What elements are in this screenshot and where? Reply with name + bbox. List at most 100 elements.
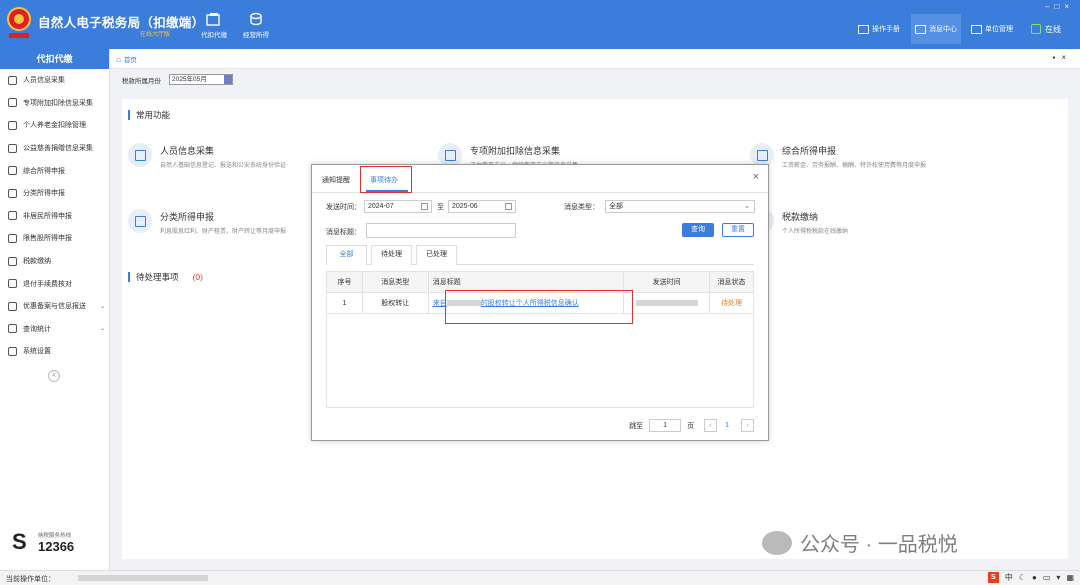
sidebar-item-report[interactable]: 综合所得申报 xyxy=(0,159,109,182)
send-time-from-field[interactable]: 2024-07 xyxy=(364,200,432,213)
tab-notice[interactable]: 通知提醒 xyxy=(322,175,350,185)
top-nav-tax-withhold[interactable]: 代扣代缴 xyxy=(194,12,234,39)
tax-month-picker[interactable]: 2025年05月 xyxy=(169,74,233,85)
top-online-label: 在线 xyxy=(1045,24,1061,34)
top-manual-label: 操作手册 xyxy=(872,26,900,33)
highlight-box xyxy=(360,166,412,193)
current-page[interactable]: 1 xyxy=(725,422,729,429)
cell-no: 1 xyxy=(326,292,363,314)
top-manual-button[interactable]: 操作手册 xyxy=(858,14,900,44)
func-desc: 个人所得税税款在线缴纳 xyxy=(782,229,849,235)
subtab-pending[interactable]: 待处理 xyxy=(371,245,412,265)
query-button[interactable]: 查询 xyxy=(682,223,714,237)
sidebar-item-label: 公益慈善捐赠信息采集 xyxy=(23,145,93,153)
wechat-icon xyxy=(762,530,792,555)
chevron-down-icon[interactable]: ⌄ xyxy=(744,201,750,212)
send-time-to-label: 至 xyxy=(437,204,444,211)
sidebar-item-person[interactable]: 人员信息采集 xyxy=(0,69,109,92)
refund-icon xyxy=(8,279,17,289)
operator-label: 当前操作单位： xyxy=(6,576,55,583)
message-icon xyxy=(915,24,926,34)
top-bar: 自然人电子税务局（扣缴端） 在线大厅版 代扣代缴 经营所得 操作手册 消息中心 … xyxy=(0,0,1080,49)
func-title: 综合所得申报 xyxy=(782,146,837,156)
message-dialog: 通知提醒 事项待办 × 发送时间： 2024-07 至 2025-06 消息类型… xyxy=(311,164,769,441)
maximize-icon[interactable]: □ xyxy=(1054,2,1064,11)
sidebar-item-stock[interactable]: 限售股所得申报 xyxy=(0,227,109,250)
top-message-label: 消息中心 xyxy=(929,26,957,33)
grid-icon[interactable]: ▦ xyxy=(1066,573,1074,582)
func-title: 税款缴纳 xyxy=(782,212,819,222)
coins-icon xyxy=(250,12,262,26)
tab-home[interactable]: ⌂ 首页 xyxy=(116,54,137,65)
sidebar-collapse-button[interactable]: « xyxy=(48,370,60,382)
subtab-processed[interactable]: 已处理 xyxy=(416,245,457,265)
sidebar-item-label: 分类所得申报 xyxy=(23,190,65,198)
pending-count: (0) xyxy=(192,272,203,282)
sidebar-item-deduction[interactable]: 专项附加扣除信息采集 xyxy=(0,92,109,115)
func-title: 人员信息采集 xyxy=(160,146,215,156)
sidebar-item-label: 查询统计 xyxy=(23,325,51,333)
tray-lang[interactable]: 中 xyxy=(1005,572,1013,583)
person-icon xyxy=(8,75,17,85)
func-card-person-info[interactable]: 人员信息采集 自然人基础信息登记、报送和公安系统身份验证 xyxy=(128,143,286,169)
tab-home-label: 首页 xyxy=(123,57,137,64)
sidebar-item-person[interactable]: 非居民所得申报 xyxy=(0,205,109,228)
status-bar: 当前操作单位： S 中 ☾ ● ▭ ▾ ▦ xyxy=(0,570,1080,585)
sidebar-item-pie[interactable]: 分类所得申报 xyxy=(0,182,109,205)
sidebar-item-pension[interactable]: 个人养老金扣除管理 xyxy=(0,114,109,137)
hotline: S 纳税服务热线 12366 xyxy=(12,529,74,555)
sidebar-item-query[interactable]: 查询统计 ⌄ xyxy=(0,318,109,341)
payment-icon xyxy=(8,256,17,266)
keyboard-icon[interactable]: ▭ xyxy=(1043,573,1051,582)
chevron-down-icon: ⌄ xyxy=(99,326,105,333)
record-icon xyxy=(8,301,17,311)
window-controls[interactable]: –□× xyxy=(1045,2,1074,11)
tab-controls[interactable]: ▪× xyxy=(1052,53,1072,62)
next-page-button[interactable]: › xyxy=(741,419,754,432)
moon-icon[interactable]: ☾ xyxy=(1019,573,1026,582)
msg-type-select[interactable]: 全部 ⌄ xyxy=(605,200,755,213)
reset-button[interactable]: 重置 xyxy=(722,223,754,237)
id-card-icon xyxy=(128,143,152,167)
sidebar-item-label: 专项附加扣除信息采集 xyxy=(23,99,93,107)
pagination: 跳至 1 页 ‹ 1 › xyxy=(629,419,754,432)
shirt-icon[interactable]: ▾ xyxy=(1056,573,1060,582)
prev-page-button[interactable]: ‹ xyxy=(704,419,718,432)
page-input[interactable]: 1 xyxy=(649,419,682,432)
sidebar-item-label: 限售股所得申报 xyxy=(23,235,72,243)
close-icon[interactable]: × xyxy=(753,171,759,183)
col-header-time: 发送时间 xyxy=(623,271,711,293)
func-desc: 工资薪金、劳务报酬、稿酬、特许权使用费等月度申报 xyxy=(782,163,927,169)
send-time-to-field[interactable]: 2025-06 xyxy=(448,200,516,213)
sogou-input-icon[interactable]: S xyxy=(987,572,999,583)
sidebar-header[interactable]: 代扣代缴 xyxy=(0,49,109,69)
subtab-all[interactable]: 全部 xyxy=(326,245,367,265)
page-unit: 页 xyxy=(687,422,695,430)
tax-month-row: 税款所属月份 2025年05月 xyxy=(122,74,233,85)
func-card-comprehensive-report[interactable]: 综合所得申报工资薪金、劳务报酬、稿酬、特许权使用费等月度申报 xyxy=(750,143,926,169)
sidebar-item-record[interactable]: 优惠备案与信息报送 ⌄ xyxy=(0,295,109,318)
chevron-down-icon[interactable] xyxy=(224,75,232,84)
top-online-status[interactable]: 在线 xyxy=(1031,14,1061,44)
top-message-center-button[interactable]: 消息中心 xyxy=(911,14,961,44)
col-header-status: 消息状态 xyxy=(709,271,754,293)
col-header-no: 序号 xyxy=(326,271,363,293)
tax-withhold-icon xyxy=(206,13,220,26)
calendar-icon[interactable] xyxy=(505,203,512,210)
top-nav-business-income[interactable]: 经营所得 xyxy=(236,12,276,39)
func-card-classified-report[interactable]: 分类所得申报 利息股息红利、财产租赁、财产转让等月度申报 xyxy=(128,209,286,235)
redacted-time xyxy=(635,299,698,306)
sidebar-item-gear[interactable]: 系统设置 xyxy=(0,340,109,363)
section-bar xyxy=(128,110,130,120)
sidebar-item-refund[interactable]: 退付手续费核对 xyxy=(0,272,109,295)
top-unit-manage-button[interactable]: 单位管理 xyxy=(971,14,1013,44)
close-icon[interactable]: × xyxy=(1064,2,1074,11)
tab-close-icon[interactable]: × xyxy=(1061,53,1072,62)
gear-icon xyxy=(8,346,17,356)
mic-icon[interactable]: ● xyxy=(1032,573,1037,582)
sidebar-item-payment[interactable]: 税款缴纳 xyxy=(0,250,109,273)
calendar-icon[interactable] xyxy=(421,203,428,210)
tab-restore-icon[interactable]: ▪ xyxy=(1052,53,1061,62)
sidebar-item-donation[interactable]: 公益慈善捐赠信息采集 xyxy=(0,137,109,160)
msg-title-input[interactable] xyxy=(366,223,516,238)
